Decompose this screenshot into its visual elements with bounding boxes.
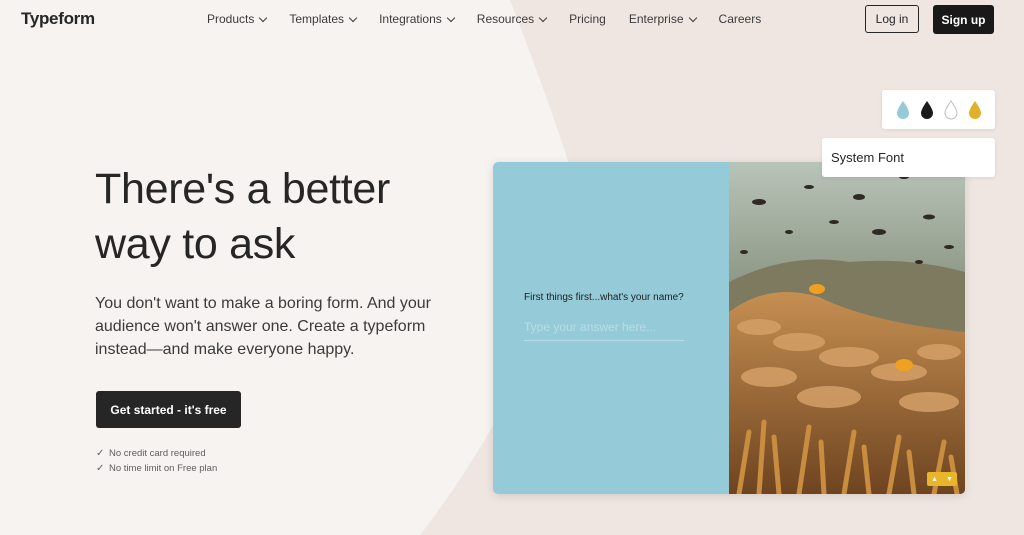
benefits-list: ✓ No credit card required ✓ No time limit o… — [96, 446, 217, 476]
nav-item-label: Enterprise — [628, 12, 684, 26]
get-started-button[interactable]: Get started - it's free — [96, 391, 241, 428]
benefit-text: No credit card required — [109, 448, 206, 459]
coral-reef-image: ▲ ▼ — [729, 162, 965, 494]
nav-item-label: Pricing — [569, 12, 606, 26]
benefit-item: ✓ No time limit on Free plan — [96, 461, 217, 476]
chevron-down-icon — [259, 13, 268, 22]
top-navigation: Typeform Products Templates Integrations Re… — [0, 0, 1024, 40]
chevron-down-icon — [538, 13, 548, 22]
benefit-text: No time limit on Free plan — [109, 463, 218, 474]
typeform-logo[interactable]: Typeform — [21, 9, 95, 29]
preview-question-panel: First things first...what's your name? T… — [493, 162, 729, 494]
preview-nav-arrows: ▲ ▼ — [927, 472, 957, 486]
color-palette — [882, 90, 995, 129]
form-preview: First things first...what's your name? T… — [493, 162, 965, 494]
chevron-down-icon — [348, 13, 358, 22]
hero-title: There's a better way to ask — [95, 165, 391, 268]
chevron-down-icon — [688, 13, 697, 22]
main-menu: Products Templates Integrations Resources Pr… — [207, 12, 784, 26]
checkmark-icon: ✓ — [96, 448, 105, 459]
teal-drop-icon[interactable] — [895, 100, 911, 120]
white-drop-icon[interactable] — [943, 99, 959, 120]
nav-item-resources[interactable]: Resources — [476, 12, 548, 26]
yellow-drop-icon[interactable] — [967, 100, 983, 120]
nav-item-label: Resources — [476, 12, 535, 26]
nav-item-label: Products — [207, 12, 255, 26]
nav-item-pricing[interactable]: Pricing — [569, 12, 606, 26]
nav-item-label: Templates — [289, 12, 345, 26]
black-drop-icon[interactable] — [919, 100, 935, 120]
arrow-down-icon[interactable]: ▼ — [942, 472, 957, 486]
arrow-up-icon[interactable]: ▲ — [927, 472, 942, 486]
login-button[interactable]: Log in — [865, 5, 919, 33]
nav-item-products[interactable]: Products — [207, 12, 268, 26]
nav-item-templates[interactable]: Templates — [289, 12, 358, 26]
chevron-down-icon — [446, 13, 456, 22]
nav-item-careers[interactable]: Careers — [719, 12, 762, 26]
nav-item-integrations[interactable]: Integrations — [379, 12, 456, 26]
checkmark-icon: ✓ — [96, 463, 105, 474]
signup-button[interactable]: Sign up — [933, 5, 994, 34]
nav-item-label: Careers — [718, 12, 762, 26]
coral-reef-illustration — [729, 162, 965, 494]
preview-answer-input[interactable]: Type your answer here... — [524, 320, 684, 341]
hero-subtitle: You don't want to make a boring form. An… — [95, 295, 431, 358]
preview-question: First things first...what's your name? — [524, 292, 684, 303]
nav-item-enterprise[interactable]: Enterprise — [628, 12, 697, 26]
font-selector[interactable]: System Font — [822, 138, 995, 177]
nav-item-label: Integrations — [379, 12, 442, 26]
benefit-item: ✓ No credit card required — [96, 446, 217, 461]
